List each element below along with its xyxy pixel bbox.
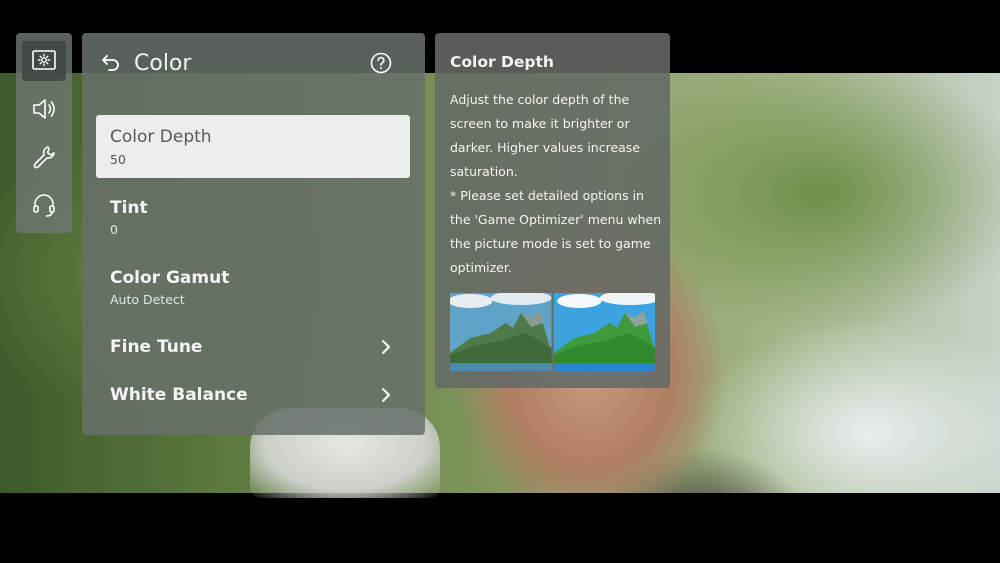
color-menu-panel: Color Color Depth 50 Tint 0 Color Gamut … bbox=[82, 33, 425, 435]
help-icon[interactable] bbox=[370, 52, 392, 74]
panel-header: Color bbox=[82, 33, 425, 95]
headset-icon bbox=[33, 194, 55, 217]
menu-item-color-depth[interactable]: Color Depth 50 bbox=[96, 115, 410, 178]
menu-item-value: Auto Detect bbox=[110, 292, 185, 307]
wrench-icon bbox=[33, 146, 55, 169]
menu-item-tint[interactable]: Tint 0 bbox=[96, 185, 410, 247]
rail-item-picture[interactable] bbox=[22, 41, 66, 81]
menu-item-white-balance[interactable]: White Balance bbox=[96, 375, 410, 415]
menu-item-value: 0 bbox=[110, 222, 118, 237]
menu-item-label: White Balance bbox=[110, 385, 248, 405]
rail-item-support[interactable] bbox=[22, 185, 66, 225]
settings-category-rail bbox=[16, 33, 72, 233]
preview-image-high bbox=[553, 293, 655, 371]
page-title: Color bbox=[134, 51, 192, 76]
chevron-right-icon bbox=[382, 340, 390, 354]
menu-item-value: 50 bbox=[110, 152, 126, 167]
rail-item-sound[interactable] bbox=[22, 89, 66, 129]
preview-image-low bbox=[450, 293, 552, 371]
back-arrow-icon[interactable] bbox=[100, 53, 122, 73]
chevron-right-icon bbox=[382, 388, 390, 402]
picture-settings-icon bbox=[32, 50, 56, 70]
description-body: Adjust the color depth of the screen to … bbox=[450, 92, 662, 275]
speaker-icon bbox=[33, 99, 55, 119]
menu-item-fine-tune[interactable]: Fine Tune bbox=[96, 327, 410, 367]
menu-item-label: Tint bbox=[110, 198, 148, 218]
menu-item-label: Color Gamut bbox=[110, 268, 230, 288]
color-depth-preview bbox=[450, 293, 655, 371]
description-panel: Color Depth Adjust the color depth of th… bbox=[435, 33, 670, 388]
rail-item-general[interactable] bbox=[22, 137, 66, 177]
menu-item-color-gamut[interactable]: Color Gamut Auto Detect bbox=[96, 255, 410, 317]
description-title: Color Depth bbox=[450, 53, 554, 71]
menu-item-label: Color Depth bbox=[110, 127, 212, 147]
menu-item-label: Fine Tune bbox=[110, 337, 203, 357]
